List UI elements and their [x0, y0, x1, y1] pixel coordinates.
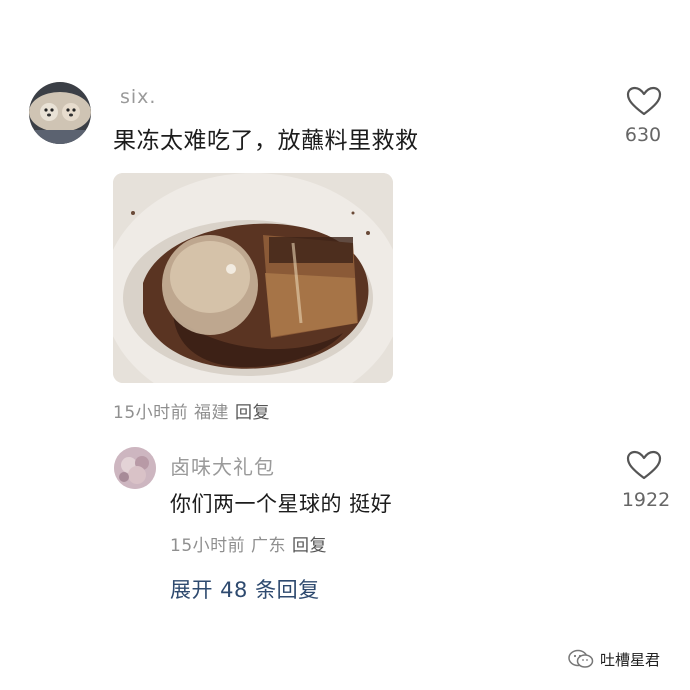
- expand-replies-link[interactable]: 展开 48 条回复: [170, 574, 320, 604]
- comment-meta: 15小时前 广东 回复: [170, 531, 327, 556]
- comment-photo[interactable]: [113, 173, 393, 383]
- avatar[interactable]: [29, 82, 91, 144]
- reply-button[interactable]: 回复: [292, 536, 327, 556]
- wechat-icon: [568, 649, 594, 668]
- watermark-text: 吐槽星君: [600, 650, 661, 669]
- heart-icon: [626, 450, 662, 480]
- watermark: 吐槽星君: [568, 649, 660, 669]
- like-count: 630: [624, 124, 662, 146]
- timestamp: 15小时前: [113, 403, 189, 423]
- avatar[interactable]: [114, 447, 156, 489]
- dog-avatar-icon: [29, 82, 91, 144]
- location: 福建: [194, 403, 230, 423]
- heart-icon: [626, 86, 662, 116]
- timestamp: 15小时前: [170, 536, 246, 556]
- username[interactable]: six.: [120, 86, 156, 108]
- comment-meta: 15小时前 福建 回复: [113, 398, 270, 423]
- comment-text: 果冻太难吃了，放蘸料里救救: [113, 128, 419, 154]
- comment-text: 你们两一个星球的 挺好: [170, 492, 393, 516]
- location: 广东: [251, 536, 287, 556]
- avatar-image-icon: [114, 447, 156, 489]
- reply-button[interactable]: 回复: [235, 403, 270, 423]
- like-button[interactable]: [626, 86, 662, 116]
- like-count: 1922: [621, 489, 671, 511]
- jelly-in-sauce-image: [113, 173, 393, 383]
- username[interactable]: 卤味大礼包: [170, 451, 275, 480]
- like-button[interactable]: [626, 450, 662, 480]
